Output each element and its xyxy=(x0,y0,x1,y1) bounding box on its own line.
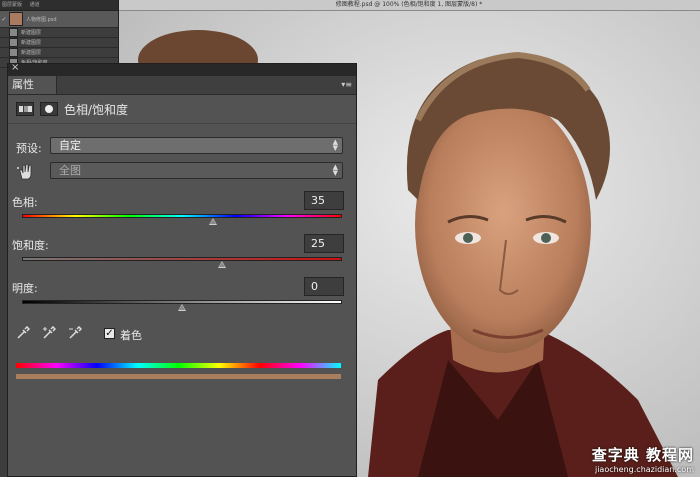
watermark-title: 查字典 教程网 xyxy=(591,446,694,464)
panel-titlebar[interactable]: × xyxy=(8,62,356,76)
hand-adjust-icon[interactable] xyxy=(16,163,36,181)
panel-menu-icon[interactable]: ▾≡ xyxy=(341,80,352,89)
close-icon[interactable]: × xyxy=(11,62,19,73)
eyedropper-plus-icon[interactable] xyxy=(42,326,56,340)
properties-panel: × 属性 ▾≡ 色相/饱和度 预设: 自定 ▲ ▼ 全图 ▲ ▼ 色相: 35 饱和… xyxy=(7,62,357,477)
input-spectrum-bar xyxy=(16,363,341,368)
adjustment-title: 色相/饱和度 xyxy=(64,103,129,117)
select-arrows-icon: ▲ ▼ xyxy=(332,138,338,152)
layer-name: 新建图层 xyxy=(21,50,42,56)
layer-row[interactable]: 新建图层 xyxy=(0,28,118,38)
channel-value: 全图 xyxy=(59,164,81,177)
saturation-slider-thumb[interactable] xyxy=(218,261,226,268)
layer-row[interactable]: 新建图层 xyxy=(0,38,118,48)
layer-row[interactable]: 新建图层 xyxy=(0,48,118,58)
select-arrows-icon: ▲ ▼ xyxy=(332,163,338,177)
mask-icon[interactable] xyxy=(40,102,58,116)
layers-tabs: 图层蒙版 通道 xyxy=(0,0,118,11)
layer-thumbnail xyxy=(9,28,18,37)
hue-label: 色相: xyxy=(12,196,38,209)
visibility-icon[interactable]: ✓ xyxy=(0,16,8,23)
layer-thumbnail xyxy=(9,38,18,47)
preset-label: 预设: xyxy=(16,142,42,155)
preset-value: 自定 xyxy=(59,139,81,152)
tab-properties[interactable]: 属性 xyxy=(8,76,57,94)
lightness-value-field[interactable]: 0 xyxy=(304,277,344,296)
layer-thumbnail xyxy=(9,12,23,26)
adjustment-header: 色相/饱和度 xyxy=(8,95,356,124)
hue-value-field[interactable]: 35 xyxy=(304,191,344,210)
layer-name: 新建图层 xyxy=(21,40,42,46)
saturation-value-field[interactable]: 25 xyxy=(304,234,344,253)
colorize-label: 着色 xyxy=(120,329,142,342)
adjustment-icon[interactable] xyxy=(16,102,34,116)
document-title: 修图教程.psd @ 100% (色相/饱和度 1, 图层蒙版/8) * xyxy=(118,0,700,11)
watermark: 查字典 教程网 jiaocheng.chazidian.com xyxy=(592,444,694,474)
output-color-bar xyxy=(16,374,341,379)
watermark-url: jiaocheng.chazidian.com xyxy=(594,465,694,474)
colorize-checkbox[interactable]: ✓ xyxy=(104,328,115,339)
layer-name: 人物修图.psd xyxy=(26,16,57,23)
lightness-slider-thumb[interactable] xyxy=(178,304,186,311)
preset-select[interactable]: 自定 ▲ ▼ xyxy=(50,137,343,154)
tab-channels[interactable]: 通道 xyxy=(30,2,40,8)
panel-tab-row: 属性 ▾≡ xyxy=(8,76,356,95)
eyedropper-minus-icon[interactable] xyxy=(68,326,82,340)
channel-select[interactable]: 全图 ▲ ▼ xyxy=(50,162,343,179)
hue-slider-thumb[interactable] xyxy=(209,218,218,225)
tab-layers[interactable]: 图层蒙版 xyxy=(2,2,22,8)
lightness-label: 明度: xyxy=(12,282,38,295)
layer-thumbnail xyxy=(9,48,18,57)
saturation-slider-track[interactable] xyxy=(22,257,342,261)
layer-row[interactable]: ✓ 人物修图.psd xyxy=(0,11,118,28)
layer-name: 新建图层 xyxy=(21,30,42,36)
hue-slider-track[interactable] xyxy=(22,214,342,218)
eyedropper-icon[interactable] xyxy=(16,326,30,340)
saturation-label: 饱和度: xyxy=(12,239,49,252)
